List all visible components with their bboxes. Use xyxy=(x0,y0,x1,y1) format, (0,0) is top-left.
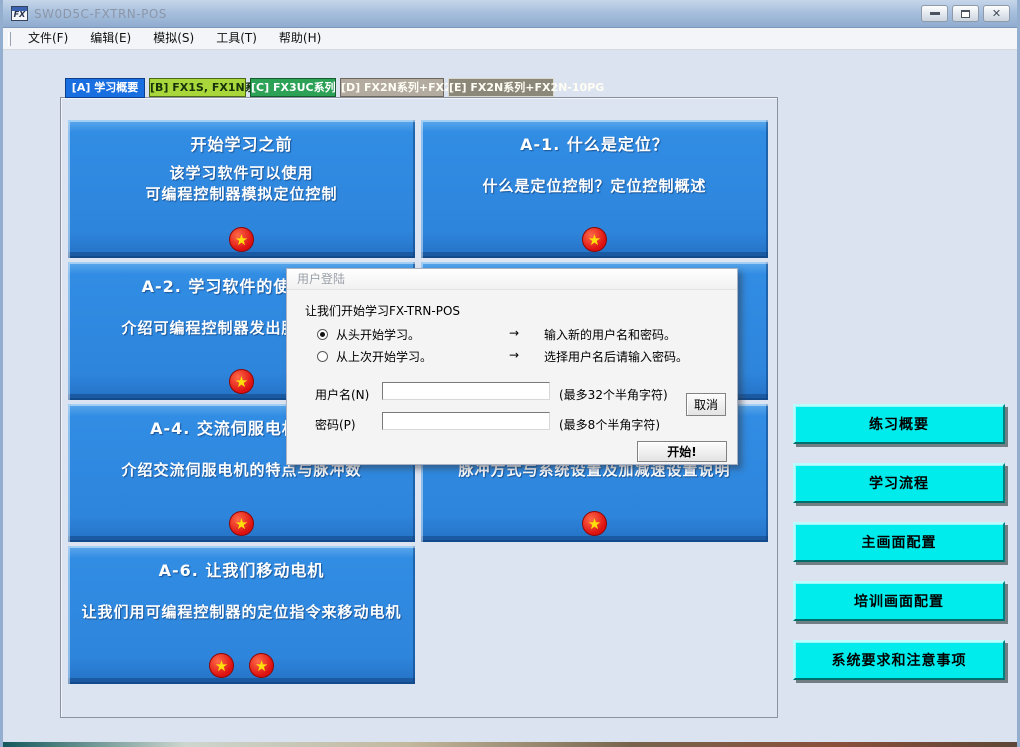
tab-a-overview[interactable]: [A] 学习概要 xyxy=(65,78,145,98)
close-icon: ✕ xyxy=(992,8,1001,19)
arrow-icon: → xyxy=(509,348,519,362)
close-button[interactable]: ✕ xyxy=(983,5,1010,22)
star-icon: ★ xyxy=(229,369,254,394)
tab-e-fx2n-10pg[interactable]: [E] FX2N系列+FX2N-10PG xyxy=(448,78,554,97)
star-icon: ★ xyxy=(229,511,254,536)
panel-title: A-6. 让我们移动电机 xyxy=(68,557,415,581)
side-button-main-screen-config[interactable]: 主画面配置 xyxy=(793,522,1005,562)
app-window: FX SW0D5C-FXTRN-POS ✕ 文件(F) 编辑(E) 模拟(S) … xyxy=(0,0,1020,747)
lesson-panel-a1[interactable]: A-1. 什么是定位？ 什么是定位控制？定位控制概述 ★ xyxy=(421,120,768,258)
radio-continue-from-last[interactable]: 从上次开始学习。 xyxy=(317,348,432,365)
password-input[interactable] xyxy=(382,412,550,430)
tab-d-fx2n-1pg[interactable]: [D] FX2N系列+FX2N-1PG xyxy=(340,78,444,97)
tab-b-fx1s-fx1n[interactable]: [B] FX1S, FX1N系列 xyxy=(149,78,246,97)
restore-icon xyxy=(961,10,970,18)
tab-c-fx3uc[interactable]: [C] FX3UC系列 xyxy=(250,78,336,97)
option-hint: 输入新的用户名和密码。 xyxy=(544,326,676,343)
star-icon: ★ xyxy=(582,511,607,536)
cancel-button[interactable]: 取消 xyxy=(686,393,726,416)
restore-button[interactable] xyxy=(952,5,979,22)
side-button-training-screen-config[interactable]: 培训画面配置 xyxy=(793,581,1005,621)
star-icon: ★ xyxy=(229,227,254,252)
menu-help[interactable]: 帮助(H) xyxy=(268,28,332,49)
arrow-icon: → xyxy=(509,326,519,340)
username-note: (最多32个半角字符) xyxy=(559,386,668,403)
star-icon: ★ xyxy=(249,653,274,678)
star-icon: ★ xyxy=(582,227,607,252)
minimize-icon xyxy=(930,12,940,15)
radio-start-from-beginning[interactable]: 从头开始学习。 xyxy=(317,326,420,343)
fx-app-icon: FX xyxy=(11,6,28,21)
user-login-dialog: 用户登陆 让我们开始学习FX-TRN-POS 从头开始学习。 → 输入新的用户名… xyxy=(286,268,738,465)
username-label: 用户名(N) xyxy=(315,386,369,403)
username-input[interactable] xyxy=(382,382,550,400)
option-hint: 选择用户名后请输入密码。 xyxy=(544,348,688,365)
panel-body: 什么是定位控制？定位控制概述 xyxy=(421,176,768,197)
menu-tools[interactable]: 工具(T) xyxy=(205,28,268,49)
menu-simulate[interactable]: 模拟(S) xyxy=(142,28,205,49)
window-title: SW0D5C-FXTRN-POS xyxy=(34,7,167,21)
panel-body: 该学习软件可以使用 可编程控制器模拟定位控制 xyxy=(68,163,415,205)
panel-body: 让我们用可编程控制器的定位指令来移动电机 xyxy=(68,602,415,623)
panel-title: 开始学习之前 xyxy=(68,131,415,155)
panel-title: A-1. 什么是定位？ xyxy=(421,131,768,155)
side-button-exercise-overview[interactable]: 练习概要 xyxy=(793,404,1005,444)
radio-button-icon[interactable] xyxy=(317,351,328,362)
menu-edit[interactable]: 编辑(E) xyxy=(79,28,142,49)
radio-label: 从上次开始学习。 xyxy=(336,348,432,365)
password-note: (最多8个半角字符) xyxy=(559,416,660,433)
star-icon: ★ xyxy=(209,653,234,678)
lesson-panel-a6[interactable]: A-6. 让我们移动电机 让我们用可编程控制器的定位指令来移动电机 ★ ★ xyxy=(68,546,415,684)
menu-bar: 文件(F) 编辑(E) 模拟(S) 工具(T) 帮助(H) xyxy=(3,28,1017,50)
toolbar-grip xyxy=(8,32,11,46)
minimize-button[interactable] xyxy=(921,5,948,22)
side-button-learning-flow[interactable]: 学习流程 xyxy=(793,463,1005,503)
lesson-panel-before-start[interactable]: 开始学习之前 该学习软件可以使用 可编程控制器模拟定位控制 ★ xyxy=(68,120,415,258)
desktop-edge xyxy=(3,742,1017,747)
password-label: 密码(P) xyxy=(315,416,356,433)
title-bar: FX SW0D5C-FXTRN-POS ✕ xyxy=(3,0,1017,28)
dialog-intro-text: 让我们开始学习FX-TRN-POS xyxy=(305,302,460,319)
radio-label: 从头开始学习。 xyxy=(336,326,420,343)
radio-button-icon[interactable] xyxy=(317,329,328,340)
menu-file[interactable]: 文件(F) xyxy=(17,28,79,49)
side-button-system-requirements[interactable]: 系统要求和注意事项 xyxy=(793,640,1005,680)
dialog-title: 用户登陆 xyxy=(287,269,737,290)
start-button[interactable]: 开始! xyxy=(637,441,727,462)
